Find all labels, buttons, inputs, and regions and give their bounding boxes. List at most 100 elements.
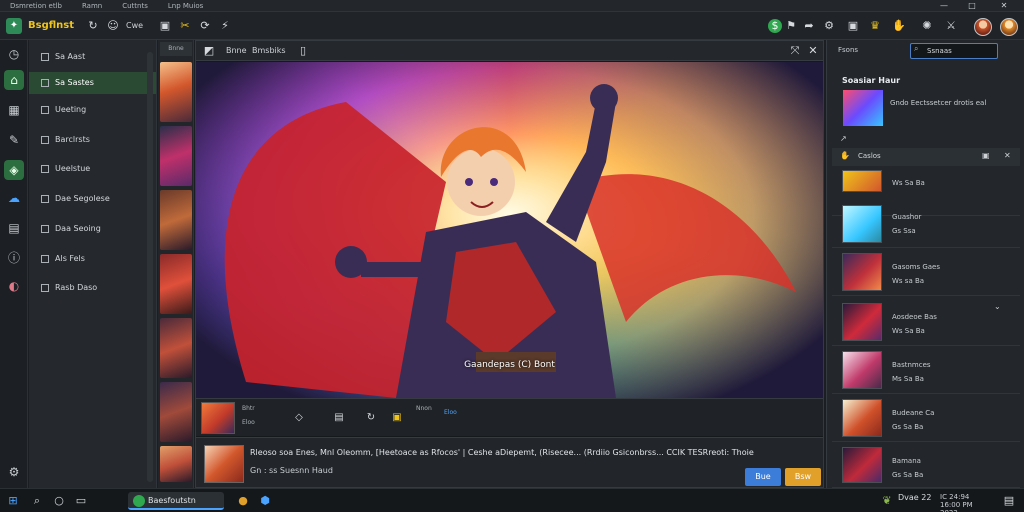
tab-label[interactable]: Cwe xyxy=(126,19,143,33)
nav-item[interactable]: Daa Seoing xyxy=(29,218,156,240)
nav-item[interactable]: Ueeting xyxy=(29,99,156,121)
checkbox-icon xyxy=(41,225,49,233)
item-title: Guashor xyxy=(892,213,922,221)
pin-icon[interactable]: ▣ xyxy=(158,19,172,33)
card-image[interactable] xyxy=(843,90,883,126)
search-input[interactable]: Ssnaas xyxy=(910,43,998,59)
thumbnail[interactable] xyxy=(160,126,192,186)
item-meta: Ms Sa Ba xyxy=(892,375,924,383)
home-icon[interactable]: ⌂ xyxy=(4,70,24,90)
document-icon[interactable]: ▤ xyxy=(332,411,346,425)
flag-icon[interactable]: ⚑ xyxy=(784,19,798,33)
tab-lnp-muios[interactable]: Lnp Muios xyxy=(158,2,213,10)
thumbnail[interactable] xyxy=(160,446,192,482)
nav-item[interactable]: Rasb Daso xyxy=(29,277,156,299)
thumbnail[interactable] xyxy=(160,62,192,122)
gamepad-icon[interactable]: ✺ xyxy=(920,19,934,33)
taskbar: ⊞ ⌕ ○ ▭ Baesfoutstn ● ⬢ ❦ Dvae 22 IC 24:… xyxy=(0,488,1024,512)
scissors-icon[interactable]: ⟳ xyxy=(198,19,212,33)
list-item[interactable]: Bamana Gs Sa Ba xyxy=(832,442,1020,488)
app-icon xyxy=(133,495,145,507)
nav-item[interactable]: Barclrsts xyxy=(29,129,156,151)
layers-icon[interactable]: ◈ xyxy=(4,160,24,180)
secondary-button[interactable]: Bsw xyxy=(785,468,821,486)
settings-icon[interactable]: ⚙ xyxy=(4,462,24,482)
pen-icon[interactable]: ✎ xyxy=(4,130,24,150)
star-icon[interactable]: ✂ xyxy=(178,19,192,33)
thumbnail[interactable] xyxy=(160,318,192,378)
settings-icon[interactable]: ⚙ xyxy=(822,19,836,33)
hand-icon[interactable]: ✋ xyxy=(892,19,906,33)
primary-button[interactable]: Bue xyxy=(745,468,781,486)
thumbnail[interactable] xyxy=(160,254,192,314)
list-item[interactable]: Guashor Gs Ssa xyxy=(832,200,1020,248)
profile-avatar[interactable] xyxy=(1000,18,1018,36)
nav-scrollbar[interactable] xyxy=(147,52,153,482)
nav-item-selected[interactable]: Sa Sastes xyxy=(29,72,156,94)
start-icon[interactable]: ⊞ xyxy=(6,494,20,508)
crown-icon[interactable]: ♛ xyxy=(868,19,882,33)
nav-panel: Sa Aast Sa Sastes Ueeting Barclrsts Ueel… xyxy=(29,40,157,488)
main-toolbar: ✦ Bsgflnst ↻ ☺ Cwe ▣ ✂ ⟳ ⚡ $ ⚑ ➦ ⚙ ▣ ♛ ✋… xyxy=(0,12,1024,40)
list-item[interactable]: Aosdeoe Bas Ws Sa Ba ⌄ xyxy=(832,298,1020,346)
nav-item[interactable]: Dae Segolese xyxy=(29,188,156,210)
tab-cuttnts[interactable]: Cuttnts xyxy=(112,2,158,10)
thumbnail[interactable] xyxy=(160,382,192,442)
item-meta: Gs Ssa xyxy=(892,227,916,235)
item-title: Gasoms Gaes xyxy=(892,263,941,271)
coin-icon[interactable]: $ xyxy=(768,19,782,33)
cloud-icon[interactable]: ☁ xyxy=(4,188,24,208)
folder-icon[interactable]: ▣ xyxy=(390,411,404,425)
window-titlebar: Dsmretion etlb Ramn Cuttnts Lnp Muios — … xyxy=(0,0,1024,12)
search-icon[interactable]: ⌕ xyxy=(30,494,44,508)
book-icon[interactable]: ▤ xyxy=(4,218,24,238)
bell-icon[interactable]: ▣ xyxy=(846,19,860,33)
nav-item[interactable]: Sa Aast xyxy=(29,46,156,68)
palette-icon[interactable]: ◐ xyxy=(4,276,24,296)
nav-item[interactable]: Ueelstue xyxy=(29,158,156,180)
close-icon[interactable]: ✕ xyxy=(806,44,820,58)
edit-icon[interactable]: ▯ xyxy=(296,44,310,58)
notification-icon[interactable]: ▤ xyxy=(1002,494,1016,508)
clock-icon[interactable]: ◷ xyxy=(4,44,24,64)
expand-icon[interactable]: ⤧ xyxy=(788,44,802,58)
item-title: Bastnmces xyxy=(892,361,931,369)
close-icon[interactable]: ✕ xyxy=(1004,151,1011,160)
close-button[interactable]: ✕ xyxy=(990,0,1018,12)
task-view-icon[interactable]: ▭ xyxy=(74,494,88,508)
list-item[interactable]: Bastnmces Ms Sa Ba xyxy=(832,346,1020,394)
list-item[interactable]: Budeane Ca Gs Sa Ba xyxy=(832,394,1020,442)
checkbox-icon xyxy=(41,79,49,87)
info-icon[interactable]: ⓘ xyxy=(4,248,24,268)
list-item[interactable]: Gasoms Gaes Ws sa Ba xyxy=(832,248,1020,296)
person-icon[interactable]: ☺ xyxy=(106,19,120,33)
user-avatar[interactable] xyxy=(974,18,992,36)
artwork-canvas[interactable]: Gaandepas (C) Bont xyxy=(196,62,823,398)
taskbar-app-button[interactable]: Baesfoutstn xyxy=(128,492,224,510)
refresh-icon[interactable]: ↻ xyxy=(86,19,100,33)
item-meta: Gs Sa Ba xyxy=(892,423,924,431)
artwork-illustration xyxy=(196,62,823,398)
info-thumbnail[interactable] xyxy=(201,402,235,434)
browser-icon[interactable]: ● xyxy=(236,494,250,508)
maximize-button[interactable]: □ xyxy=(958,0,986,12)
refresh-icon[interactable]: ↻ xyxy=(364,411,378,425)
filter-icon[interactable]: ▣ xyxy=(982,151,990,160)
bolt-icon[interactable]: ⚡ xyxy=(218,19,232,33)
share-icon[interactable]: ➦ xyxy=(802,19,816,33)
cortana-icon[interactable]: ○ xyxy=(52,494,66,508)
store-icon[interactable]: ⬢ xyxy=(258,494,272,508)
nav-item[interactable]: Als Fels▾ xyxy=(29,248,156,270)
checkbox-icon xyxy=(41,106,49,114)
footer-thumbnail[interactable] xyxy=(204,445,244,483)
sword-icon[interactable]: ⚔ xyxy=(944,19,958,33)
cursor-icon: ⌄ xyxy=(994,302,1001,311)
artwork-caption: Gaandepas (C) Bont xyxy=(464,360,555,370)
minimize-button[interactable]: — xyxy=(930,0,958,12)
grid-icon[interactable]: ▦ xyxy=(4,100,24,120)
diamond-icon[interactable]: ◇ xyxy=(292,411,306,425)
checkbox-icon xyxy=(41,255,49,263)
thumbnail[interactable] xyxy=(160,190,192,250)
tab-ramn[interactable]: Ramn xyxy=(72,2,112,10)
item-meta: Ws sa Ba xyxy=(892,277,925,285)
